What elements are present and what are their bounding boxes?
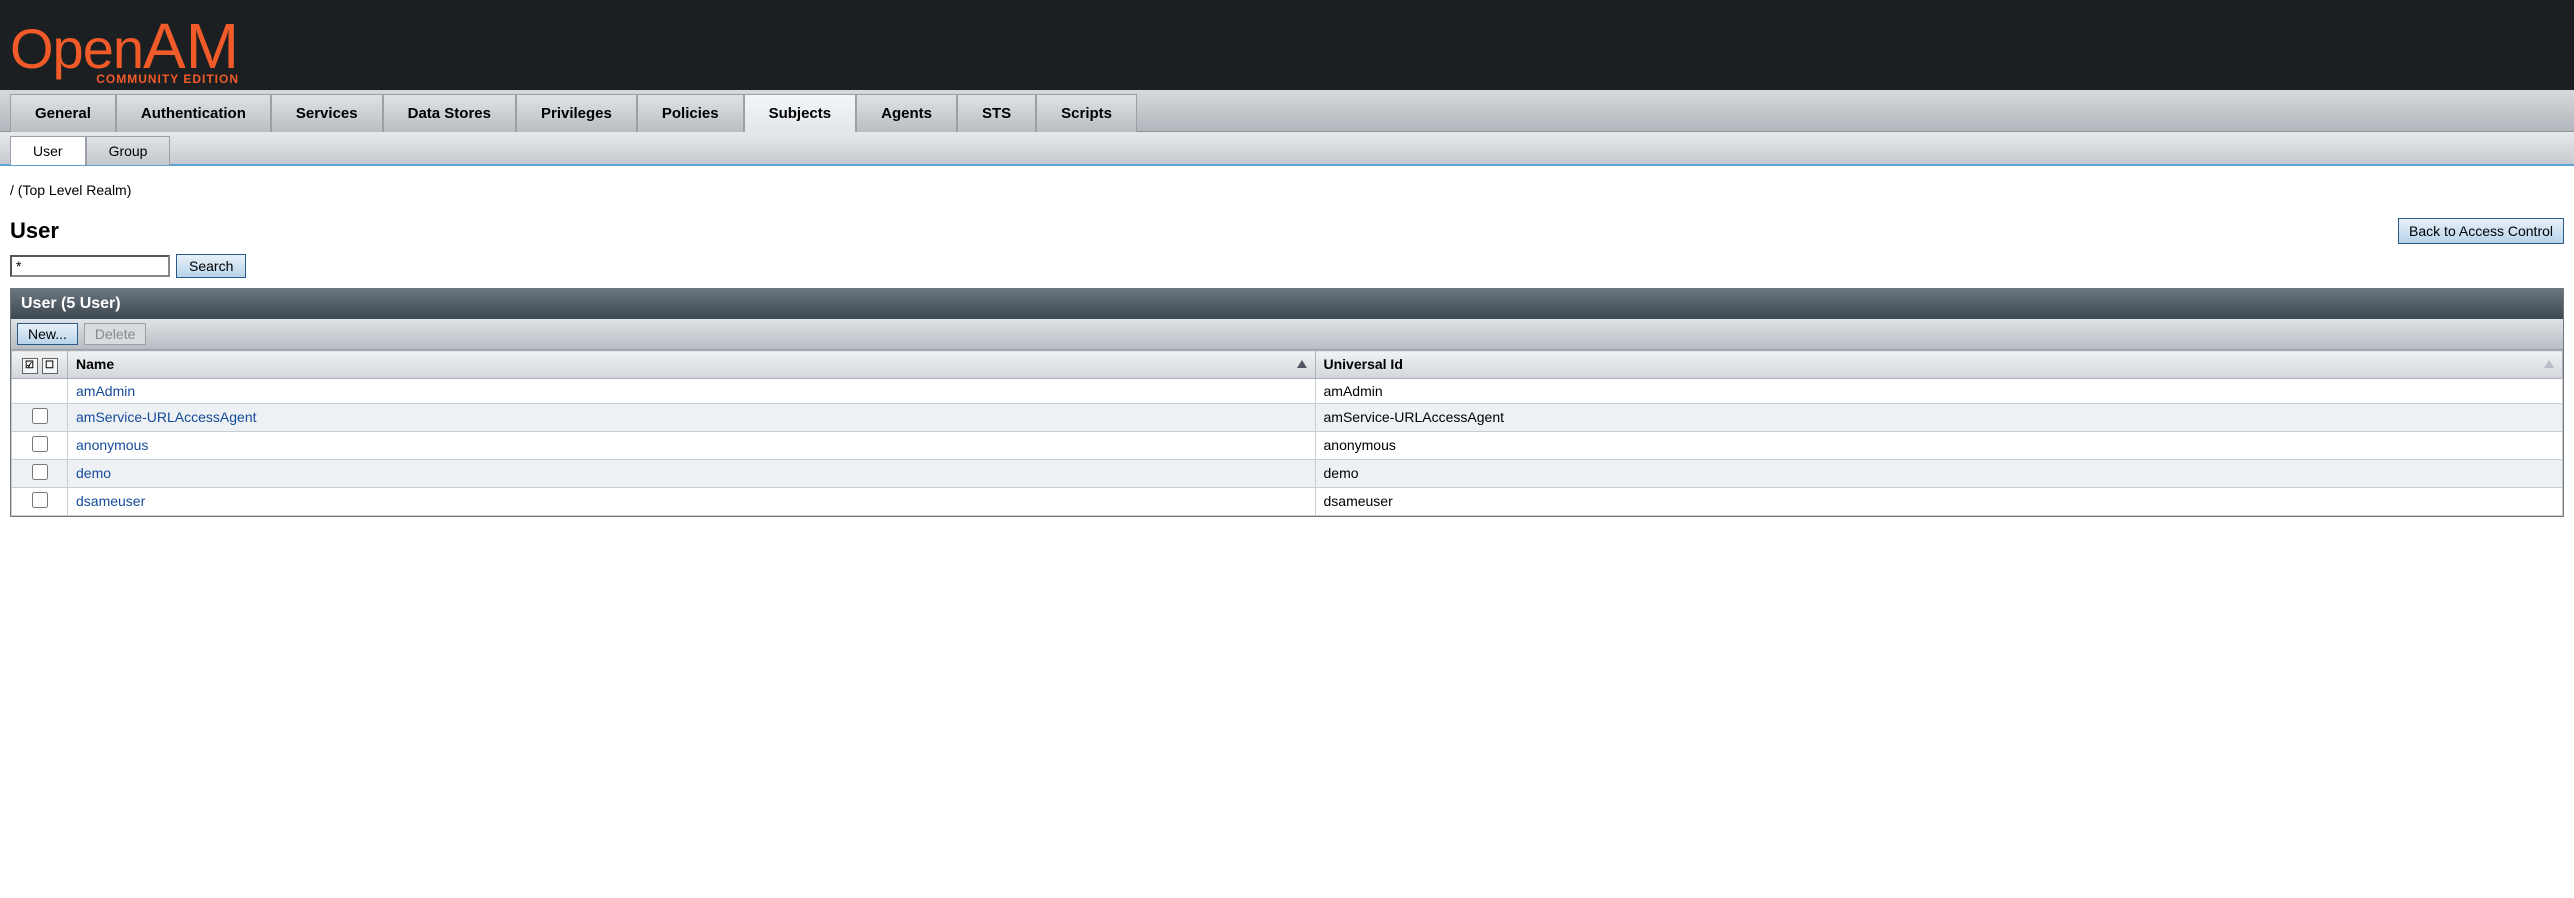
tab-sts[interactable]: STS: [957, 94, 1036, 132]
table-row: demo demo: [12, 459, 2563, 487]
tab-scripts[interactable]: Scripts: [1036, 94, 1137, 132]
row-checkbox-cell: [12, 487, 68, 515]
table-row: amService-URLAccessAgent amService-URLAcc…: [12, 403, 2563, 431]
row-universal-id-cell: amAdmin: [1315, 378, 2563, 403]
back-to-access-control-button[interactable]: Back to Access Control: [2398, 218, 2564, 244]
row-checkbox[interactable]: [32, 408, 48, 424]
universal-id-column-label: Universal Id: [1324, 356, 1403, 372]
row-name-cell: amAdmin: [68, 378, 1316, 403]
row-name-cell: demo: [68, 459, 1316, 487]
search-input[interactable]: [10, 255, 170, 277]
table-row: amAdmin amAdmin: [12, 378, 2563, 403]
user-link[interactable]: amAdmin: [76, 383, 135, 399]
row-name-cell: anonymous: [68, 431, 1316, 459]
row-checkbox-cell: [12, 378, 68, 403]
user-link[interactable]: amService-URLAccessAgent: [76, 409, 257, 425]
tab-subjects[interactable]: Subjects: [744, 94, 857, 132]
row-universal-id-cell: anonymous: [1315, 431, 2563, 459]
row-checkbox-cell: [12, 459, 68, 487]
user-link[interactable]: demo: [76, 465, 111, 481]
header-bar: OpenAM COMMUNITY EDITION: [0, 0, 2574, 90]
user-table: ☑ ☐ Name Universal Id: [11, 350, 2563, 516]
row-checkbox-cell: [12, 403, 68, 431]
user-link[interactable]: anonymous: [76, 437, 148, 453]
row-universal-id-cell: demo: [1315, 459, 2563, 487]
row-universal-id-cell: amService-URLAccessAgent: [1315, 403, 2563, 431]
sort-asc-icon: [1297, 360, 1307, 368]
tab-general[interactable]: General: [10, 94, 116, 132]
user-link[interactable]: dsameuser: [76, 493, 145, 509]
deselect-all-icon[interactable]: ☐: [42, 358, 58, 374]
logo-open: Open: [10, 17, 143, 80]
breadcrumb: / (Top Level Realm): [10, 182, 2564, 198]
panel-toolbar: New... Delete: [11, 319, 2563, 350]
sort-none-icon: [2544, 360, 2554, 368]
row-checkbox[interactable]: [32, 464, 48, 480]
tab-agents[interactable]: Agents: [856, 94, 957, 132]
universal-id-column-header[interactable]: Universal Id: [1315, 351, 2563, 379]
tab-services[interactable]: Services: [271, 94, 383, 132]
search-row: Search: [10, 254, 2564, 278]
table-row: anonymous anonymous: [12, 431, 2563, 459]
logo: OpenAM COMMUNITY EDITION: [10, 10, 239, 86]
new-button[interactable]: New...: [17, 323, 78, 345]
main-tab-strip: GeneralAuthenticationServicesData Stores…: [0, 90, 2574, 132]
row-checkbox-cell: [12, 431, 68, 459]
name-column-label: Name: [76, 356, 114, 372]
select-all-icon[interactable]: ☑: [22, 358, 38, 374]
title-row: User Back to Access Control: [10, 218, 2564, 244]
panel-title: User (5 User): [11, 289, 2563, 319]
name-column-header[interactable]: Name: [68, 351, 1316, 379]
row-checkbox[interactable]: [32, 492, 48, 508]
tab-privileges[interactable]: Privileges: [516, 94, 637, 132]
tab-data-stores[interactable]: Data Stores: [383, 94, 516, 132]
subtab-user[interactable]: User: [10, 136, 86, 165]
subtab-group[interactable]: Group: [86, 136, 171, 165]
row-checkbox[interactable]: [32, 436, 48, 452]
sub-tab-strip: UserGroup: [0, 132, 2574, 166]
tab-authentication[interactable]: Authentication: [116, 94, 271, 132]
select-column-header: ☑ ☐: [12, 351, 68, 379]
table-row: dsameuser dsameuser: [12, 487, 2563, 515]
row-name-cell: dsameuser: [68, 487, 1316, 515]
delete-button: Delete: [84, 323, 146, 345]
content-area: / (Top Level Realm) User Back to Access …: [0, 166, 2574, 533]
row-universal-id-cell: dsameuser: [1315, 487, 2563, 515]
user-panel: User (5 User) New... Delete ☑ ☐ Name: [10, 288, 2564, 517]
search-button[interactable]: Search: [176, 254, 246, 278]
tab-policies[interactable]: Policies: [637, 94, 744, 132]
row-name-cell: amService-URLAccessAgent: [68, 403, 1316, 431]
page-title: User: [10, 218, 59, 244]
